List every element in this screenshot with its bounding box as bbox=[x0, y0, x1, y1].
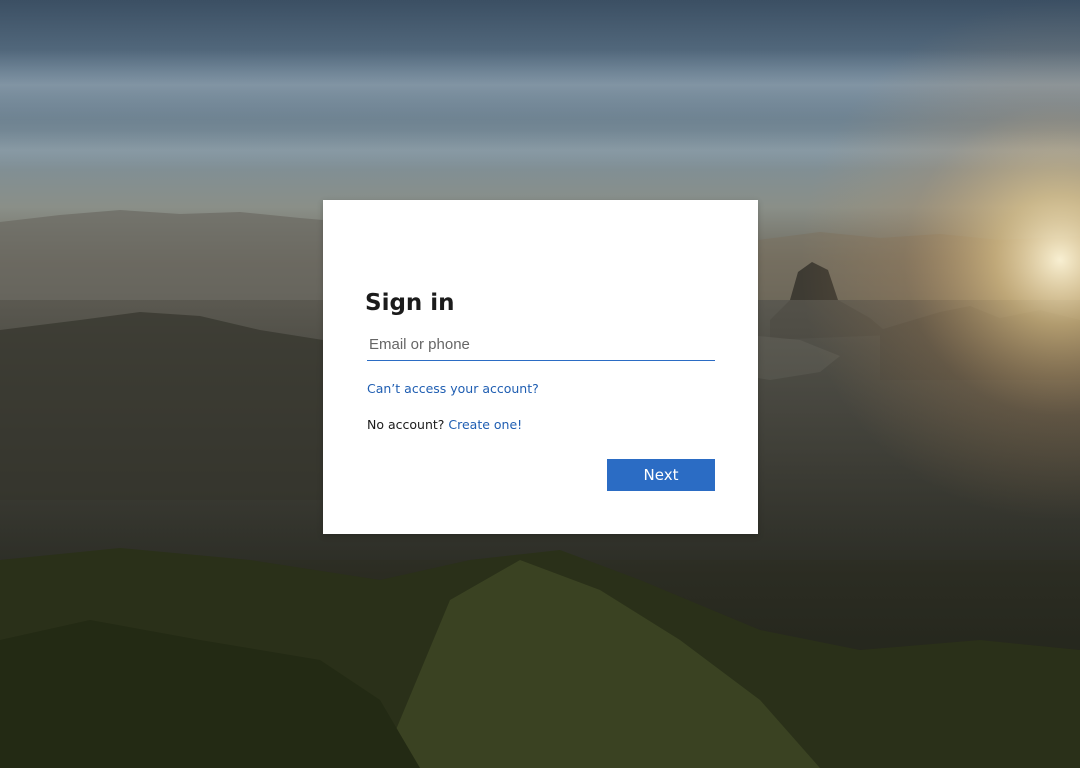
no-account-row: No account? Create one! bbox=[367, 417, 522, 432]
email-or-phone-input[interactable] bbox=[367, 328, 715, 361]
next-button[interactable]: Next bbox=[607, 459, 715, 491]
no-account-text: No account? bbox=[367, 417, 449, 432]
sign-in-title: Sign in bbox=[365, 290, 455, 316]
cant-access-account-link[interactable]: Can’t access your account? bbox=[367, 381, 539, 396]
create-account-link[interactable]: Create one! bbox=[448, 417, 522, 432]
sign-in-card: Sign in Can’t access your account? No ac… bbox=[323, 200, 758, 534]
